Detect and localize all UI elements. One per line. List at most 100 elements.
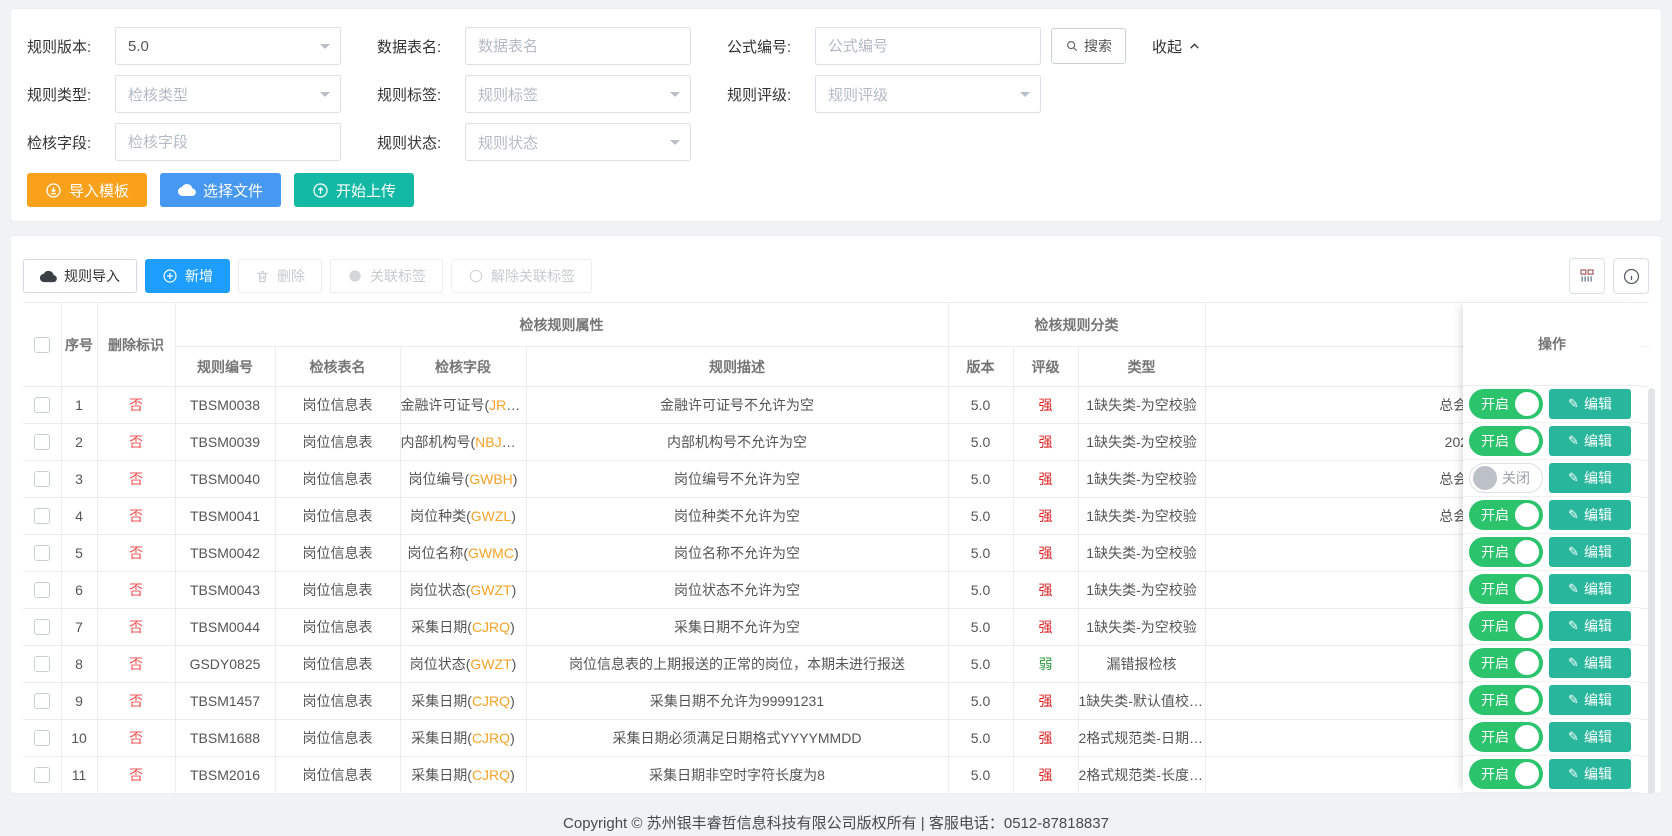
import-template-label: 导入模板	[69, 180, 129, 201]
row-rule-no: GSDY0825	[175, 646, 275, 683]
start-upload-button[interactable]: 开始上传	[294, 173, 414, 207]
row-checkbox[interactable]	[34, 582, 50, 598]
status-toggle[interactable]: 开启	[1469, 389, 1543, 419]
row-checkbox[interactable]	[34, 656, 50, 672]
row-del-flag: 否	[97, 720, 175, 757]
row-rule-no: TBSM0039	[175, 424, 275, 461]
row-rule-no: TBSM0043	[175, 572, 275, 609]
edit-button[interactable]: ✎ 编辑	[1549, 463, 1631, 493]
status-toggle[interactable]: 开启	[1469, 574, 1543, 604]
column-settings-button[interactable]	[1569, 258, 1605, 294]
col-header-del-flag: 删除标识	[97, 303, 175, 387]
table-row: 9 否 TBSM1457 岗位信息表 采集日期(CJRQ) 采集日期不允许为99…	[23, 683, 1649, 720]
data-table-input[interactable]	[465, 27, 691, 65]
field-code: GWZT	[470, 582, 511, 598]
rule-tag-select[interactable]: 规则标签	[465, 75, 691, 113]
link-tag-button[interactable]: 关联标签	[330, 259, 443, 293]
hollow-circle-icon	[468, 268, 484, 284]
search-row-2: 规则类型: 检核类型 规则标签: 规则标签 规则评级: 规则评级	[27, 75, 1645, 113]
form-item-rule-rating: 规则评级: 规则评级	[727, 75, 1041, 113]
row-rule-desc: 岗位状态不允许为空	[526, 572, 948, 609]
status-toggle[interactable]: 开启	[1469, 722, 1543, 752]
pencil-icon: ✎	[1568, 507, 1579, 523]
unlink-tag-label: 解除关联标签	[491, 266, 575, 286]
field-code: CJRQ	[472, 767, 510, 783]
formula-no-input[interactable]	[815, 27, 1041, 65]
table-row: 1 否 TBSM0038 岗位信息表 金融许可证号(JRXKZ... 金融许可证…	[23, 387, 1649, 424]
row-type: 2格式规范类-长度校验	[1078, 757, 1205, 794]
edit-button[interactable]: ✎ 编辑	[1549, 500, 1631, 530]
status-toggle[interactable]: 开启	[1469, 426, 1543, 456]
row-checkbox[interactable]	[34, 693, 50, 709]
chevron-up-icon	[1188, 40, 1201, 53]
rule-version-select[interactable]: 5.0	[115, 27, 341, 65]
row-checkbox[interactable]	[34, 434, 50, 450]
status-toggle[interactable]: 开启	[1469, 611, 1543, 641]
row-checkbox[interactable]	[34, 767, 50, 783]
edit-button[interactable]: ✎ 编辑	[1549, 722, 1631, 752]
toggle-knob	[1515, 614, 1539, 638]
rule-type-select[interactable]: 检核类型	[115, 75, 341, 113]
rule-rating-select[interactable]: 规则评级	[815, 75, 1041, 113]
row-checkbox[interactable]	[34, 397, 50, 413]
vertical-scrollbar[interactable]	[1648, 388, 1655, 794]
row-checkbox[interactable]	[34, 545, 50, 561]
rule-status-select[interactable]: 规则状态	[465, 123, 691, 161]
rule-version-label: 规则版本:	[27, 36, 115, 57]
row-rule-no: TBSM0042	[175, 535, 275, 572]
choose-file-button[interactable]: 选择文件	[160, 173, 281, 207]
rules-table: 序号 删除标识 检核规则属性 检核规则分类 规则编号 检核表名 检核字段 规则描…	[23, 302, 1649, 794]
status-toggle[interactable]: 开启	[1469, 759, 1543, 789]
edit-button[interactable]: ✎ 编辑	[1549, 611, 1631, 641]
status-toggle[interactable]: 开启	[1469, 685, 1543, 715]
pencil-icon: ✎	[1568, 544, 1579, 560]
toggle-knob	[1515, 762, 1539, 786]
row-check-field: 采集日期(CJRQ)	[400, 683, 526, 720]
check-field-input[interactable]	[115, 123, 341, 161]
row-rule-desc: 采集日期必须满足日期格式YYYYMMDD	[526, 720, 948, 757]
col-header-field: 检核字段	[400, 347, 526, 387]
col-header-table-name: 检核表名	[275, 347, 400, 387]
rule-import-button[interactable]: 规则导入	[23, 259, 137, 293]
row-rating: 弱	[1013, 646, 1078, 683]
delete-button[interactable]: 删除	[238, 259, 322, 293]
edit-button[interactable]: ✎ 编辑	[1549, 685, 1631, 715]
row-checkbox-cell	[23, 535, 61, 572]
collapse-link[interactable]: 收起	[1152, 36, 1201, 57]
edit-button[interactable]: ✎ 编辑	[1549, 574, 1631, 604]
row-checkbox[interactable]	[34, 508, 50, 524]
row-del-flag: 否	[97, 683, 175, 720]
status-toggle[interactable]: 开启	[1469, 500, 1543, 530]
op-rows: 开启 ✎ 编辑 开启 ✎ 编辑 关闭 ✎ 编辑 开启 ✎	[1463, 386, 1641, 793]
import-template-button[interactable]: 导入模板	[27, 173, 147, 207]
info-button[interactable]	[1613, 258, 1649, 294]
edit-button[interactable]: ✎ 编辑	[1549, 759, 1631, 789]
toggle-label: 开启	[1481, 579, 1509, 599]
operation-row: 开启 ✎ 编辑	[1463, 497, 1641, 534]
status-toggle[interactable]: 关闭	[1469, 463, 1543, 493]
row-rating: 强	[1013, 720, 1078, 757]
edit-button[interactable]: ✎ 编辑	[1549, 426, 1631, 456]
search-button[interactable]: 搜索	[1051, 28, 1126, 64]
status-toggle[interactable]: 开启	[1469, 537, 1543, 567]
status-toggle[interactable]: 开启	[1469, 648, 1543, 678]
pencil-icon: ✎	[1568, 470, 1579, 486]
select-all-checkbox[interactable]	[34, 337, 50, 353]
pencil-icon: ✎	[1568, 729, 1579, 745]
form-item-check-field: 检核字段:	[27, 123, 357, 161]
col-header-rule-no: 规则编号	[175, 347, 275, 387]
row-version: 5.0	[948, 387, 1013, 424]
pencil-icon: ✎	[1568, 581, 1579, 597]
edit-button[interactable]: ✎ 编辑	[1549, 537, 1631, 567]
row-checkbox[interactable]	[34, 730, 50, 746]
row-checkbox-cell	[23, 683, 61, 720]
row-checkbox[interactable]	[34, 471, 50, 487]
unlink-tag-button[interactable]: 解除关联标签	[451, 259, 592, 293]
edit-button[interactable]: ✎ 编辑	[1549, 648, 1631, 678]
table-row: 7 否 TBSM0044 岗位信息表 采集日期(CJRQ) 采集日期不允许为空 …	[23, 609, 1649, 646]
row-version: 5.0	[948, 646, 1013, 683]
edit-button[interactable]: ✎ 编辑	[1549, 389, 1631, 419]
row-checkbox[interactable]	[34, 619, 50, 635]
edit-label: 编辑	[1584, 468, 1612, 488]
add-button[interactable]: 新增	[145, 259, 230, 293]
